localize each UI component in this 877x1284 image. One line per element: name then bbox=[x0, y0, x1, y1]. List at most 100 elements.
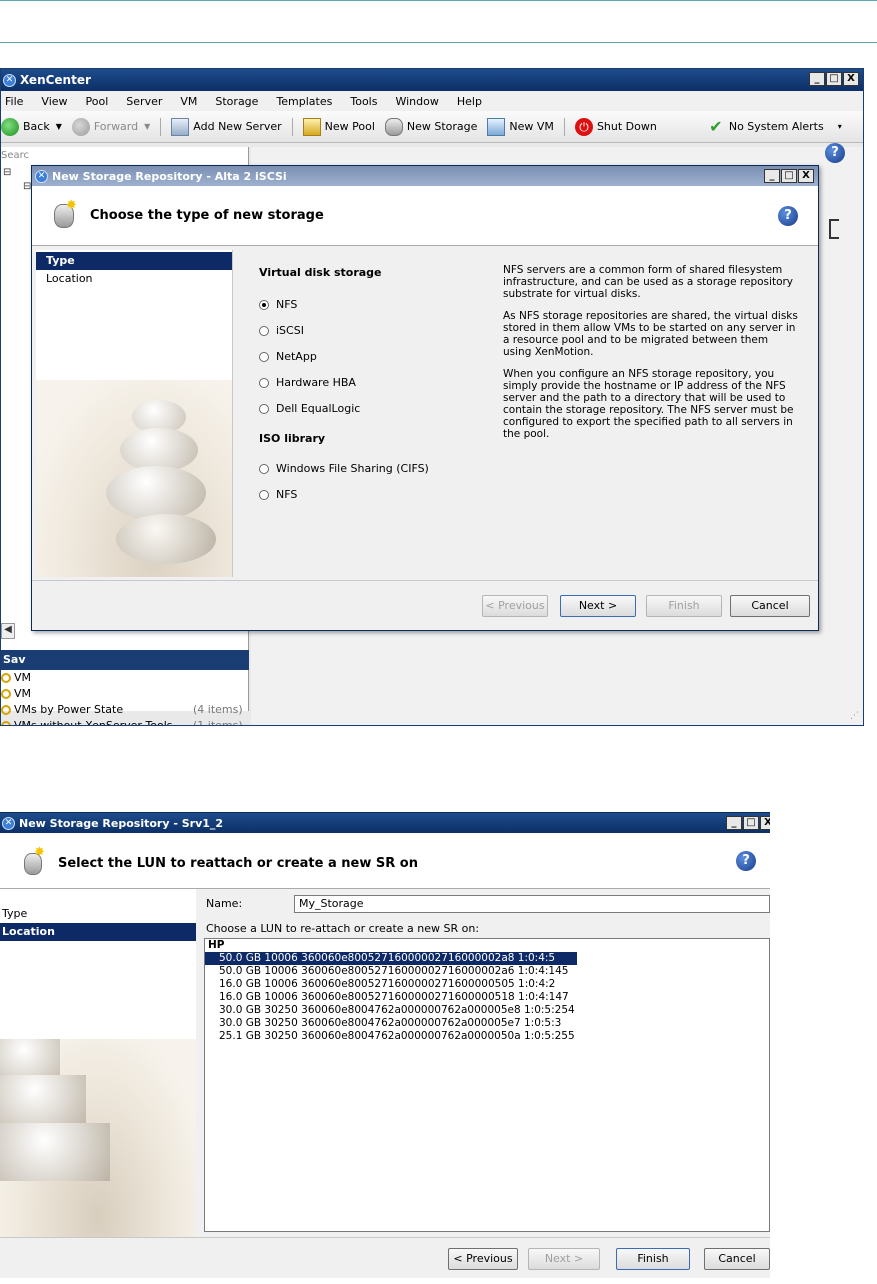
lun-row[interactable]: 50.0 GB 10006 360060e8005271600000271600… bbox=[205, 952, 577, 965]
toolbar: Back ▼ Forward ▼ Add New Server New Pool… bbox=[1, 111, 863, 143]
dialog-close-button[interactable]: X bbox=[798, 169, 814, 183]
wizard-nav: Type Location bbox=[36, 250, 232, 577]
saved-search-item[interactable]: VMs by Power State (4 items) bbox=[1, 702, 249, 718]
system-alerts-button[interactable]: ✔ No System Alerts bbox=[707, 117, 824, 136]
lun-dialog-titlebar: ✕ New Storage Repository - Srv1_2 _ □ X bbox=[0, 813, 770, 833]
forward-dropdown-icon[interactable]: ▼ bbox=[144, 122, 150, 131]
menu-window[interactable]: Window bbox=[395, 95, 438, 108]
forward-button[interactable]: Forward ▼ bbox=[71, 117, 150, 136]
help-icon[interactable]: ? bbox=[778, 206, 798, 226]
cancel-button[interactable]: Cancel bbox=[704, 1248, 770, 1270]
lun-dialog-window: ✕ New Storage Repository - Srv1_2 _ □ X … bbox=[0, 812, 770, 1278]
radio-icon bbox=[259, 377, 269, 388]
lun-row[interactable]: 16.0 GB 10006 360060e8005271600000271600… bbox=[205, 991, 769, 1004]
lun-row[interactable]: 25.1 GB 30250 360060e8004762a000000762a0… bbox=[205, 1030, 769, 1043]
radio-iso-nfs[interactable]: NFS bbox=[259, 488, 297, 501]
close-button[interactable]: X bbox=[760, 816, 770, 830]
maximize-button[interactable]: □ bbox=[743, 816, 759, 830]
new-pool-icon bbox=[302, 117, 321, 136]
lun-selection-panel: Name: My_Storage Choose a LUN to re-atta… bbox=[198, 889, 770, 1237]
help-icon[interactable]: ? bbox=[825, 143, 845, 163]
lun-row[interactable]: 50.0 GB 10006 360060e8005271600000271600… bbox=[205, 965, 769, 978]
lun-row[interactable]: 16.0 GB 10006 360060e8005271600000271600… bbox=[205, 978, 769, 991]
name-input[interactable]: My_Storage bbox=[294, 895, 770, 913]
cancel-button[interactable]: Cancel bbox=[730, 595, 810, 617]
minimize-button[interactable]: _ bbox=[726, 816, 742, 830]
menu-view[interactable]: View bbox=[41, 95, 67, 108]
dialog-button-bar: < Previous Next > Finish Cancel bbox=[32, 580, 818, 630]
lun-dialog-button-bar: < Previous Next > Finish Cancel bbox=[0, 1237, 770, 1278]
radio-cifs[interactable]: Windows File Sharing (CIFS) bbox=[259, 462, 429, 475]
previous-button[interactable]: < Previous bbox=[482, 595, 548, 617]
new-storage-label: New Storage bbox=[406, 120, 478, 133]
menu-file[interactable]: File bbox=[5, 95, 23, 108]
saved-search-count: (1 items) bbox=[193, 719, 243, 726]
saved-search-label: VMs without XenServer Tools bbox=[14, 719, 173, 726]
resize-grip-icon[interactable]: ⋰ bbox=[850, 711, 859, 721]
lun-dialog-title: New Storage Repository - Srv1_2 bbox=[19, 816, 224, 830]
new-storage-button[interactable]: New Storage bbox=[384, 117, 478, 136]
menu-pool[interactable]: Pool bbox=[86, 95, 109, 108]
search-magnifier-icon bbox=[1, 721, 11, 725]
help-icon[interactable]: ? bbox=[736, 851, 756, 871]
menu-storage[interactable]: Storage bbox=[215, 95, 258, 108]
lun-row[interactable]: 30.0 GB 30250 360060e8004762a000000762a0… bbox=[205, 1017, 769, 1030]
add-server-icon bbox=[171, 117, 190, 136]
tree-expand-icon[interactable]: ⊟ bbox=[3, 167, 11, 178]
wizard-nav: Type Location bbox=[0, 889, 196, 1237]
new-vm-button[interactable]: New VM bbox=[487, 117, 554, 136]
next-button[interactable]: Next > bbox=[560, 595, 636, 617]
xencenter-logo-icon: ✕ bbox=[2, 816, 15, 830]
add-new-server-button[interactable]: Add New Server bbox=[171, 117, 282, 136]
back-dropdown-icon[interactable]: ▼ bbox=[56, 122, 62, 131]
forward-arrow-icon bbox=[71, 117, 90, 136]
search-magnifier-icon bbox=[1, 705, 11, 715]
radio-dell-equallogic[interactable]: Dell EqualLogic bbox=[259, 402, 360, 415]
saved-search-item[interactable]: VM bbox=[1, 686, 249, 702]
finish-button[interactable]: Finish bbox=[646, 595, 722, 617]
toolbar-separator bbox=[563, 117, 565, 136]
saved-search-item[interactable]: VM bbox=[1, 670, 249, 686]
description-paragraph: As NFS storage repositories are shared, … bbox=[503, 310, 798, 358]
radio-checked-icon bbox=[259, 299, 269, 310]
close-button[interactable]: X bbox=[843, 72, 859, 86]
menu-help[interactable]: Help bbox=[457, 95, 482, 108]
nav-item-location[interactable]: Location bbox=[36, 270, 232, 288]
back-button[interactable]: Back ▼ bbox=[1, 117, 62, 136]
lun-group-header: HP bbox=[208, 939, 225, 951]
radio-nfs[interactable]: NFS bbox=[259, 298, 297, 311]
dialog-maximize-button[interactable]: □ bbox=[781, 169, 797, 183]
menu-templates[interactable]: Templates bbox=[276, 95, 332, 108]
radio-iscsi[interactable]: iSCSI bbox=[259, 324, 304, 337]
toolbar-separator bbox=[160, 117, 162, 136]
saved-search-item[interactable]: VMs without XenServer Tools (1 items) bbox=[1, 718, 249, 726]
radio-netapp[interactable]: NetApp bbox=[259, 350, 317, 363]
lun-dialog-heading: Select the LUN to reattach or create a n… bbox=[58, 856, 418, 871]
tree-scroll-left-icon[interactable]: ◀ bbox=[1, 623, 15, 639]
next-button[interactable]: Next > bbox=[528, 1248, 600, 1270]
radio-icon bbox=[259, 489, 269, 500]
main-title: XenCenter bbox=[20, 73, 91, 87]
lun-row[interactable]: 30.0 GB 30250 360060e8004762a000000762a0… bbox=[205, 1004, 769, 1017]
nav-item-type[interactable]: Type bbox=[0, 905, 196, 923]
maximize-button[interactable]: □ bbox=[826, 72, 842, 86]
search-input[interactable]: Searc bbox=[1, 147, 29, 165]
previous-button[interactable]: < Previous bbox=[448, 1248, 518, 1270]
shut-down-button[interactable]: ⏻ Shut Down bbox=[574, 117, 657, 136]
dialog-minimize-button[interactable]: _ bbox=[764, 169, 780, 183]
radio-hardware-hba[interactable]: Hardware HBA bbox=[259, 376, 356, 389]
xencenter-window: ✕ XenCenter _ □ X File View Pool Server … bbox=[0, 68, 864, 726]
lun-list[interactable]: HP 50.0 GB 10006 360060e8005271600000271… bbox=[204, 938, 770, 1232]
toolbar-overflow-icon[interactable]: ▾ bbox=[838, 122, 842, 131]
radio-icon bbox=[259, 463, 269, 474]
menu-server[interactable]: Server bbox=[126, 95, 162, 108]
finish-button[interactable]: Finish bbox=[616, 1248, 690, 1270]
content-panel-border bbox=[829, 219, 839, 239]
new-star-icon: ✸ bbox=[34, 845, 45, 860]
minimize-button[interactable]: _ bbox=[809, 72, 825, 86]
new-pool-button[interactable]: New Pool bbox=[302, 117, 375, 136]
menu-tools[interactable]: Tools bbox=[350, 95, 377, 108]
nav-item-location[interactable]: Location bbox=[0, 923, 196, 941]
menu-vm[interactable]: VM bbox=[180, 95, 197, 108]
nav-item-type[interactable]: Type bbox=[36, 252, 232, 270]
